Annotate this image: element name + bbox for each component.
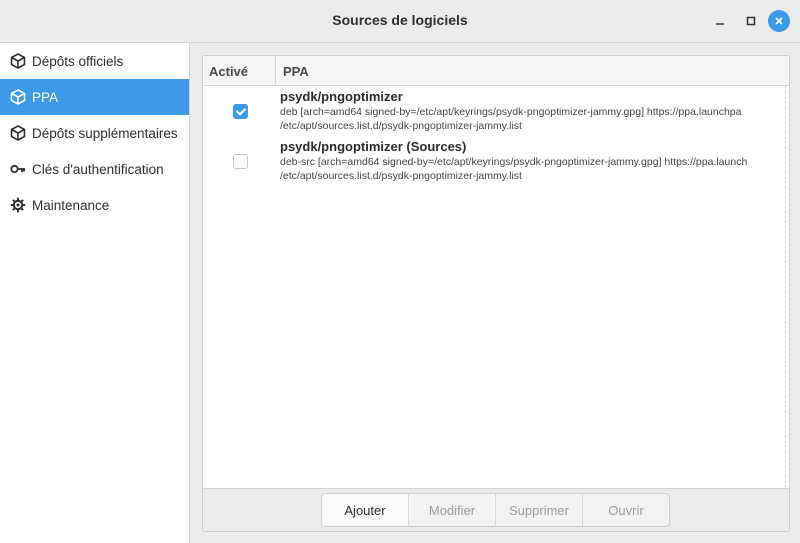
column-divider (275, 56, 276, 85)
sidebar-item-official-repos[interactable]: Dépôts officiels (0, 43, 189, 79)
package-icon (10, 125, 26, 141)
action-bar: Ajouter Modifier Supprimer Ouvrir (203, 488, 789, 531)
sidebar-item-maintenance[interactable]: Maintenance (0, 187, 189, 223)
table-row[interactable]: psydk/pngoptimizer deb [arch=amd64 signe… (203, 89, 789, 139)
remove-button[interactable]: Supprimer (495, 494, 582, 526)
column-edge-dashed (785, 86, 786, 488)
titlebar: Sources de logiciels (0, 0, 800, 43)
sidebar-item-label: Dépôts officiels (32, 53, 124, 69)
minimize-button[interactable] (709, 10, 731, 32)
column-header-ppa[interactable]: PPA (283, 64, 309, 79)
source-file-path: /etc/apt/sources.list.d/psydk-pngoptimiz… (280, 120, 522, 132)
sidebar-item-additional-repos[interactable]: Dépôts supplémentaires (0, 115, 189, 151)
sidebar-item-ppa[interactable]: PPA (0, 79, 189, 115)
source-file-path: /etc/apt/sources.list.d/psydk-pngoptimiz… (280, 170, 522, 182)
edit-button[interactable]: Modifier (408, 494, 495, 526)
sidebar: Dépôts officiels PPA Dépôts supplémentai… (0, 43, 190, 543)
source-line: deb-src [arch=amd64 signed-by=/etc/apt/k… (280, 156, 748, 168)
sidebar-item-label: Dépôts supplémentaires (32, 125, 178, 141)
maximize-icon (746, 16, 756, 26)
sidebar-item-label: Clés d'authentification (32, 161, 164, 177)
open-button[interactable]: Ouvrir (582, 494, 669, 526)
enabled-checkbox[interactable] (233, 154, 248, 169)
close-button[interactable] (768, 10, 790, 32)
sidebar-item-label: Maintenance (32, 197, 110, 213)
enabled-checkbox[interactable] (233, 104, 248, 119)
sidebar-item-auth-keys[interactable]: Clés d'authentification (0, 151, 189, 187)
key-icon (10, 161, 26, 177)
close-icon (775, 17, 783, 25)
minimize-icon (716, 23, 724, 25)
window-title: Sources de logiciels (332, 12, 468, 28)
action-button-group: Ajouter Modifier Supprimer Ouvrir (321, 493, 670, 527)
source-title: psydk/pngoptimizer (280, 89, 403, 104)
maximize-button[interactable] (740, 10, 762, 32)
gear-icon (10, 197, 26, 213)
source-line: deb [arch=amd64 signed-by=/etc/apt/keyri… (280, 106, 742, 118)
package-icon (10, 89, 26, 105)
column-header-active[interactable]: Activé (209, 64, 248, 79)
add-button[interactable]: Ajouter (322, 494, 408, 526)
ppa-panel: Activé PPA psydk/pngoptimizer deb [arch=… (202, 55, 790, 532)
source-title: psydk/pngoptimizer (Sources) (280, 139, 467, 154)
package-icon (10, 53, 26, 69)
table-header: Activé PPA (203, 56, 789, 86)
table-row[interactable]: psydk/pngoptimizer (Sources) deb-src [ar… (203, 139, 789, 189)
sidebar-item-label: PPA (32, 89, 59, 105)
